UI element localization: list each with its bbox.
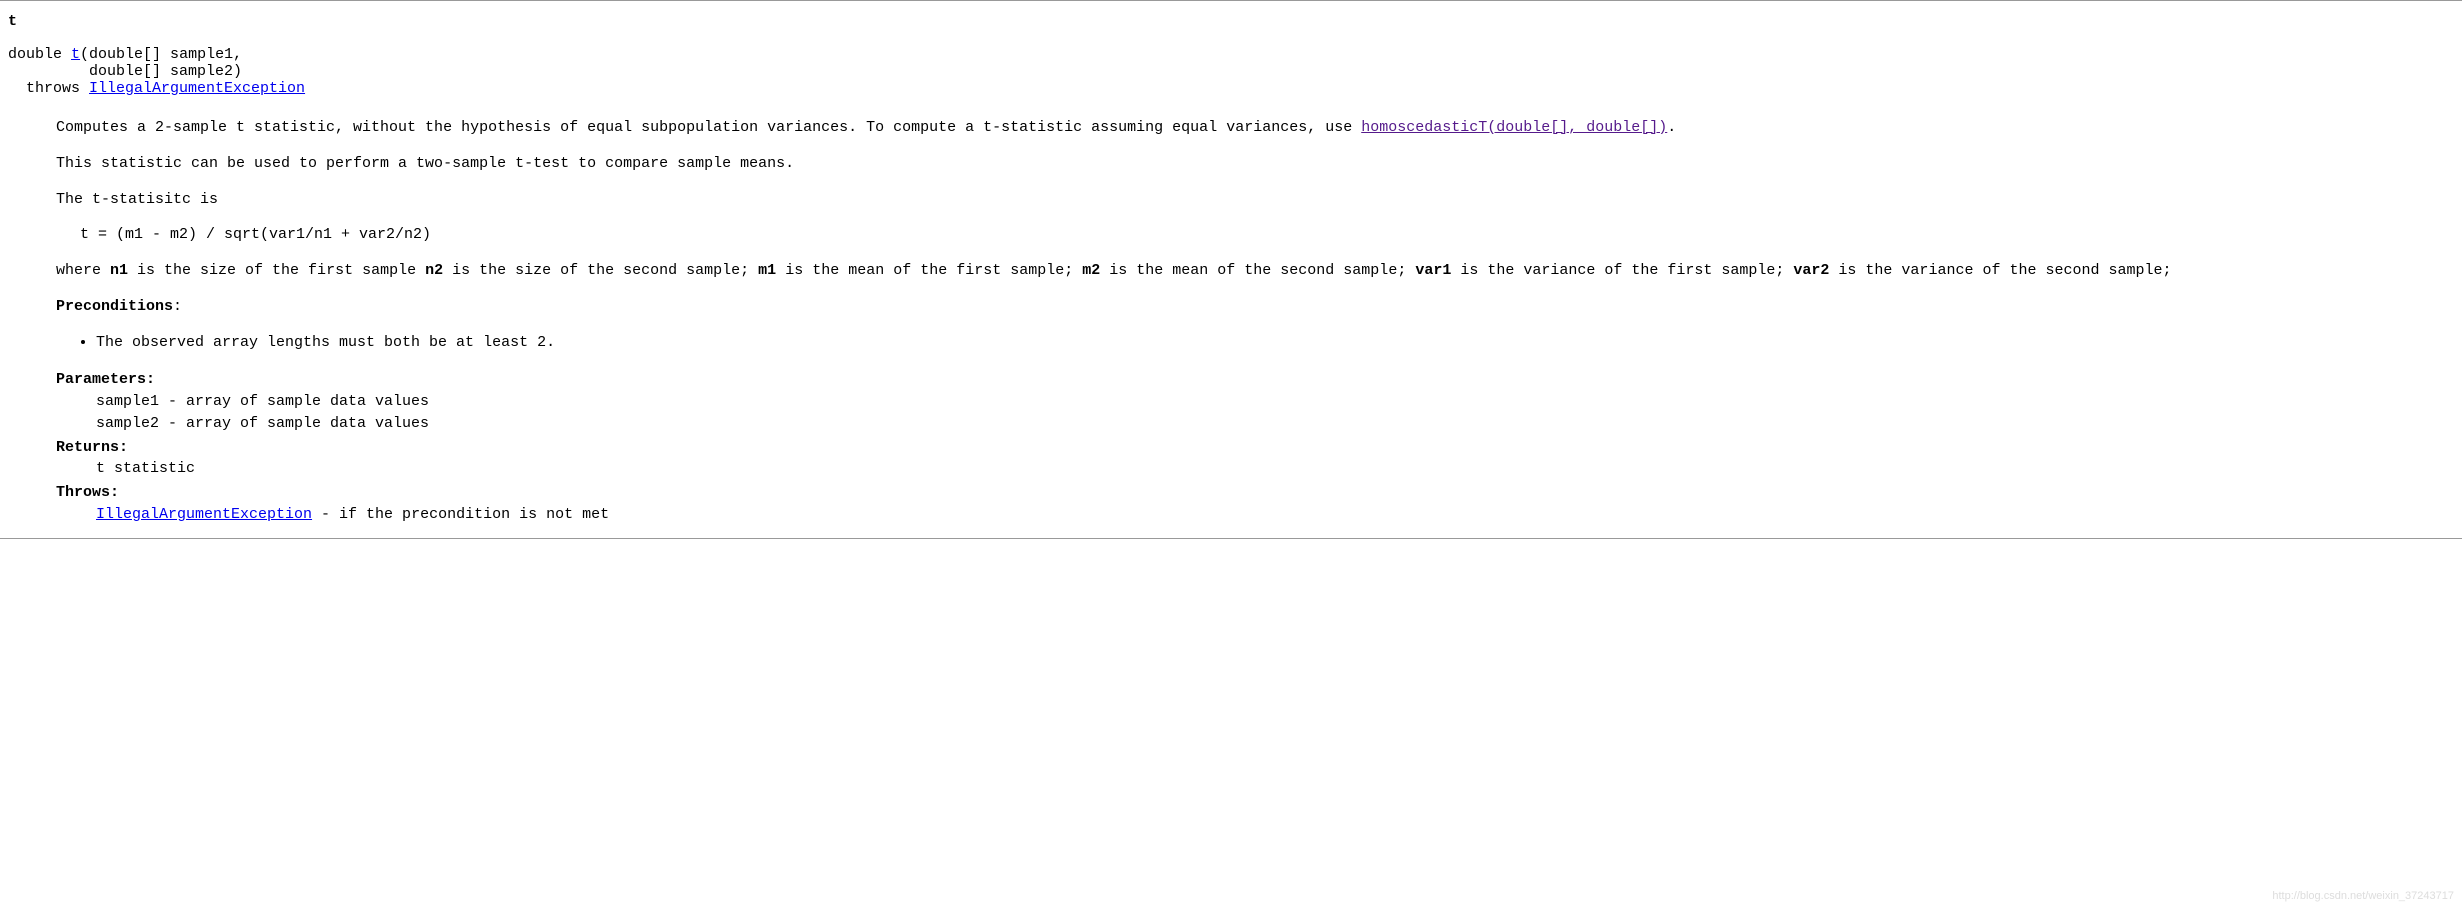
parameters-label: Parameters: xyxy=(56,369,2454,391)
desc-paragraph-3: The t-statisitc is xyxy=(56,189,2454,211)
desc-paragraph-2: This statistic can be used to perform a … xyxy=(56,153,2454,175)
precondition-item: The observed array lengths must both be … xyxy=(96,332,2454,354)
method-description: Computes a 2-sample t statistic, without… xyxy=(56,117,2454,526)
parameter-1: sample1 - array of sample data values xyxy=(96,391,2454,413)
throws-link[interactable]: IllegalArgumentException xyxy=(96,506,312,523)
tag-list: Parameters: sample1 - array of sample da… xyxy=(56,369,2454,525)
method-signature: double t(double[] sample1, double[] samp… xyxy=(8,46,2454,97)
throws-link-signature[interactable]: IllegalArgumentException xyxy=(89,80,305,97)
homoscedastic-link[interactable]: homoscedasticT(double[], double[]) xyxy=(1361,119,1667,136)
watermark: http://blog.csdn.net/weixin_37243717 xyxy=(2272,890,2454,902)
throws-label: Throws: xyxy=(56,482,2454,504)
bottom-divider xyxy=(0,538,2462,539)
desc-paragraph-1: Computes a 2-sample t statistic, without… xyxy=(56,117,2454,139)
method-detail-block: t double t(double[] sample1, double[] sa… xyxy=(0,1,2462,538)
parameter-2: sample2 - array of sample data values xyxy=(96,413,2454,435)
method-heading: t xyxy=(8,13,2454,30)
returns-value: t statistic xyxy=(96,458,2454,480)
formula: t = (m1 - m2) / sqrt(var1/n1 + var2/n2) xyxy=(80,224,2454,246)
throws-value: IllegalArgumentException - if the precon… xyxy=(96,504,2454,526)
preconditions-label: Preconditions: xyxy=(56,296,2454,318)
where-paragraph: where n1 is the size of the first sample… xyxy=(56,260,2454,282)
preconditions-list: The observed array lengths must both be … xyxy=(56,332,2454,354)
returns-label: Returns: xyxy=(56,437,2454,459)
method-name-link[interactable]: t xyxy=(71,46,80,63)
